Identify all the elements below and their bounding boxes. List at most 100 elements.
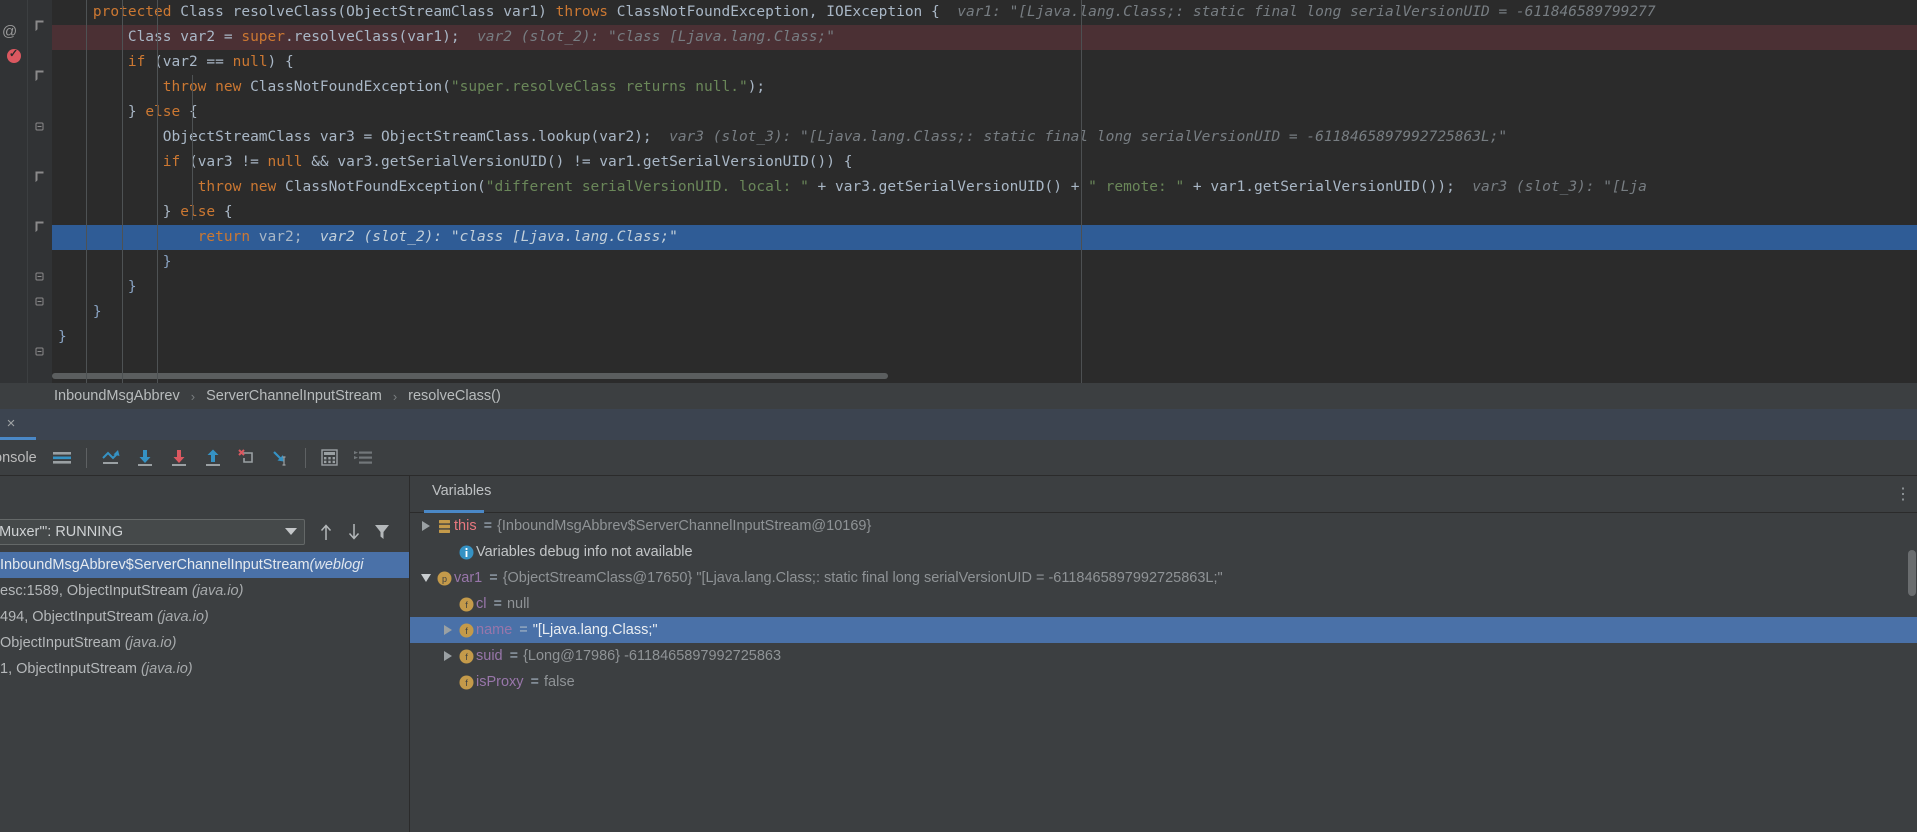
code-token: "super.resolveClass returns null." (450, 79, 748, 95)
stack-frame-list[interactable]: InboundMsgAbbrev$ServerChannelInputStrea… (0, 552, 409, 832)
equals-sign: = (483, 518, 493, 534)
editor-horizontal-scrollbar[interactable] (52, 373, 888, 379)
frame-package: (java.io) (141, 661, 193, 677)
fold-collapse-icon[interactable] (34, 271, 45, 282)
code-token: (var2 == (154, 54, 233, 70)
breadcrumb-item-class[interactable]: InboundMsgAbbrev (52, 388, 182, 404)
frame-package: (java.io) (157, 609, 209, 625)
code-line[interactable]: } else { (52, 200, 1917, 225)
code-token: if (162, 154, 189, 170)
variables-tree[interactable]: this = {InboundMsgAbbrev$ServerChannelInpu… (410, 513, 1917, 832)
variables-panel[interactable]: Variables ⋮ this = {InboundMsgAbbrev$Serve… (410, 476, 1917, 832)
inline-debug-value: var2 (slot_2): "class [Ljava.lang.Class;… (302, 229, 678, 245)
step-into-icon[interactable] (164, 443, 194, 473)
code-line[interactable]: protected Class resolveClass(ObjectStrea… (52, 0, 1917, 25)
editor-gutter[interactable]: @ (0, 0, 28, 383)
code-line[interactable]: throw new ClassNotFoundException("super.… (52, 75, 1917, 100)
toolbar-separator (85, 447, 87, 468)
code-editor[interactable]: @ ✓ protected Class resolveClass(ObjectS… (0, 0, 1917, 383)
variables-tab-bar[interactable]: Variables ⋮ (410, 476, 1917, 513)
code-line[interactable]: return var2; var2 (slot_2): "class [Ljav… (52, 225, 1917, 250)
expand-arrow-icon[interactable] (418, 513, 434, 539)
stack-frame-row[interactable]: InboundMsgAbbrev$ServerChannelInputStrea… (0, 552, 409, 578)
fold-region-icon[interactable] (34, 20, 45, 31)
inline-debug-value: var3 (slot_3): "[Lja (1454, 179, 1647, 195)
variable-row[interactable]: f name = "[Ljava.lang.Class;" (410, 617, 1917, 643)
frame-nav-icons[interactable] (312, 520, 396, 544)
filter-icon[interactable] (368, 520, 396, 544)
code-line[interactable]: Class var2 = super.resolveClass(var1); v… (52, 25, 1917, 50)
mute-breakpoints-icon[interactable] (349, 443, 379, 473)
toolbar-separator (304, 447, 306, 468)
variable-row[interactable]: f isProxy = false (410, 669, 1917, 695)
variable-row[interactable]: this = {InboundMsgAbbrev$ServerChannelInpu… (410, 513, 1917, 539)
thread-selector-row[interactable]: d: '1' for q...c.socket.Muxer'": RUNNING (0, 516, 410, 548)
code-token: "different serialVersionUID. local: " (485, 179, 809, 195)
step-over-icon[interactable] (130, 443, 160, 473)
code-token: ) { (267, 54, 294, 70)
thread-selector-value: d: '1' for q...c.socket.Muxer'": RUNNING (0, 524, 123, 540)
field-icon: f (456, 669, 476, 695)
thread-selector[interactable]: d: '1' for q...c.socket.Muxer'": RUNNING (0, 519, 305, 545)
equals-sign: = (493, 596, 502, 612)
annotation-at-icon[interactable]: @ (2, 24, 17, 39)
variable-name: isProxy (476, 674, 524, 690)
stack-frame-row[interactable]: ObjectInputStream (java.io) (0, 630, 409, 656)
editor-fold-gutter[interactable] (28, 0, 52, 383)
fold-region-icon[interactable] (34, 221, 45, 232)
variable-row[interactable]: f suid = {Long@17986} -6118465897992725863 (410, 643, 1917, 669)
tab-variables[interactable]: Variables (424, 483, 499, 507)
collapse-arrow-icon[interactable] (418, 565, 434, 591)
code-line[interactable]: if (var2 == null) { (52, 50, 1917, 75)
right-margin-line (1081, 0, 1082, 383)
fold-collapse-icon[interactable] (34, 296, 45, 307)
code-line[interactable]: if (var3 != null && var3.getSerialVersio… (52, 150, 1917, 175)
stack-frame-row[interactable]: 494, ObjectInputStream (java.io) (0, 604, 409, 630)
arrow-up-icon[interactable] (312, 520, 340, 544)
fold-region-icon[interactable] (34, 171, 45, 182)
layout-settings-icon[interactable] (47, 443, 77, 473)
calculator-icon[interactable] (315, 443, 345, 473)
code-line[interactable]: throw new ClassNotFoundException("differ… (52, 175, 1917, 200)
stack-frame-row[interactable]: 1, ObjectInputStream (java.io) (0, 656, 409, 682)
frames-panel[interactable]: d: '1' for q...c.socket.Muxer'": RUNNING… (0, 476, 410, 832)
fold-region-icon[interactable] (34, 70, 45, 81)
force-step-into-icon[interactable] (232, 443, 262, 473)
breadcrumb-item-method[interactable]: resolveClass() (406, 388, 503, 404)
code-line[interactable]: } (52, 300, 1917, 325)
debugger-toolbar[interactable]: onsole (0, 440, 1917, 476)
code-token: Class resolveClass(ObjectStreamClass var… (180, 4, 556, 20)
frame-package: (java.io) (191, 583, 244, 599)
fold-collapse-icon[interactable] (34, 346, 45, 357)
run-to-cursor-icon[interactable] (266, 443, 296, 473)
code-token: super (241, 29, 285, 45)
variable-row[interactable]: Variables debug info not available (410, 539, 1917, 565)
variables-scrollbar[interactable] (1908, 550, 1916, 596)
variable-value: Variables debug info not available (476, 544, 693, 560)
variable-row[interactable]: p var1 = {ObjectStreamClass@17650} "[Ljava.… (410, 565, 1917, 591)
code-line[interactable]: } (52, 250, 1917, 275)
step-out-icon[interactable] (198, 443, 228, 473)
chevron-down-icon[interactable] (285, 528, 297, 535)
expand-arrow-icon[interactable] (440, 617, 456, 643)
breakpoint-icon[interactable] (7, 47, 21, 63)
expand-arrow-icon[interactable] (440, 643, 456, 669)
breadcrumb-item-inner-class[interactable]: ServerChannelInputStream (204, 388, 384, 404)
code-line[interactable]: } else { (52, 100, 1917, 125)
more-options-icon[interactable]: ⋮ (1895, 484, 1911, 504)
code-text-area[interactable]: protected Class resolveClass(ObjectStrea… (52, 0, 1917, 383)
code-line[interactable]: ObjectStreamClass var3 = ObjectStreamCla… (52, 125, 1917, 150)
show-execution-point-icon[interactable] (96, 443, 126, 473)
code-line[interactable]: } (52, 275, 1917, 300)
arrow-down-icon[interactable] (340, 520, 368, 544)
fold-collapse-icon[interactable] (34, 121, 45, 132)
code-line[interactable]: } (52, 325, 1917, 350)
stack-frame-row[interactable]: esc:1589, ObjectInputStream (java.io) (0, 578, 409, 604)
code-token: protected (92, 4, 181, 20)
console-tab-label[interactable]: onsole (0, 450, 45, 466)
close-icon[interactable]: × (2, 415, 20, 433)
code-token: if (127, 54, 155, 70)
breadcrumb[interactable]: InboundMsgAbbrev › ServerChannelInputStr… (0, 383, 1917, 409)
frame-label: 494, ObjectInputStream (0, 609, 158, 625)
variable-row[interactable]: f cl = null (410, 591, 1917, 617)
